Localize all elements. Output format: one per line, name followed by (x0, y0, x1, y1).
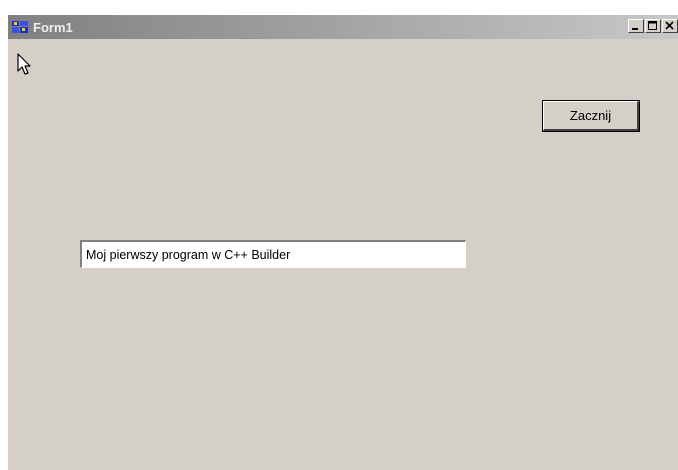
start-button[interactable]: Zacznij (543, 101, 639, 131)
close-icon (665, 21, 674, 30)
window-controls (628, 19, 678, 33)
text-input[interactable]: Moj pierwszy program w C++ Builder (80, 240, 466, 268)
application-window: Form1 Zacznij Moj pierwszy program w C++… (8, 15, 678, 470)
minimize-button[interactable] (628, 19, 644, 33)
window-title: Form1 (33, 19, 73, 35)
minimize-icon (632, 28, 638, 30)
app-icon[interactable] (12, 20, 29, 35)
maximize-button[interactable] (645, 19, 661, 33)
close-button[interactable] (662, 19, 678, 33)
title-bar[interactable]: Form1 (8, 15, 678, 39)
maximize-icon (648, 21, 657, 30)
mouse-pointer-icon (17, 53, 33, 82)
